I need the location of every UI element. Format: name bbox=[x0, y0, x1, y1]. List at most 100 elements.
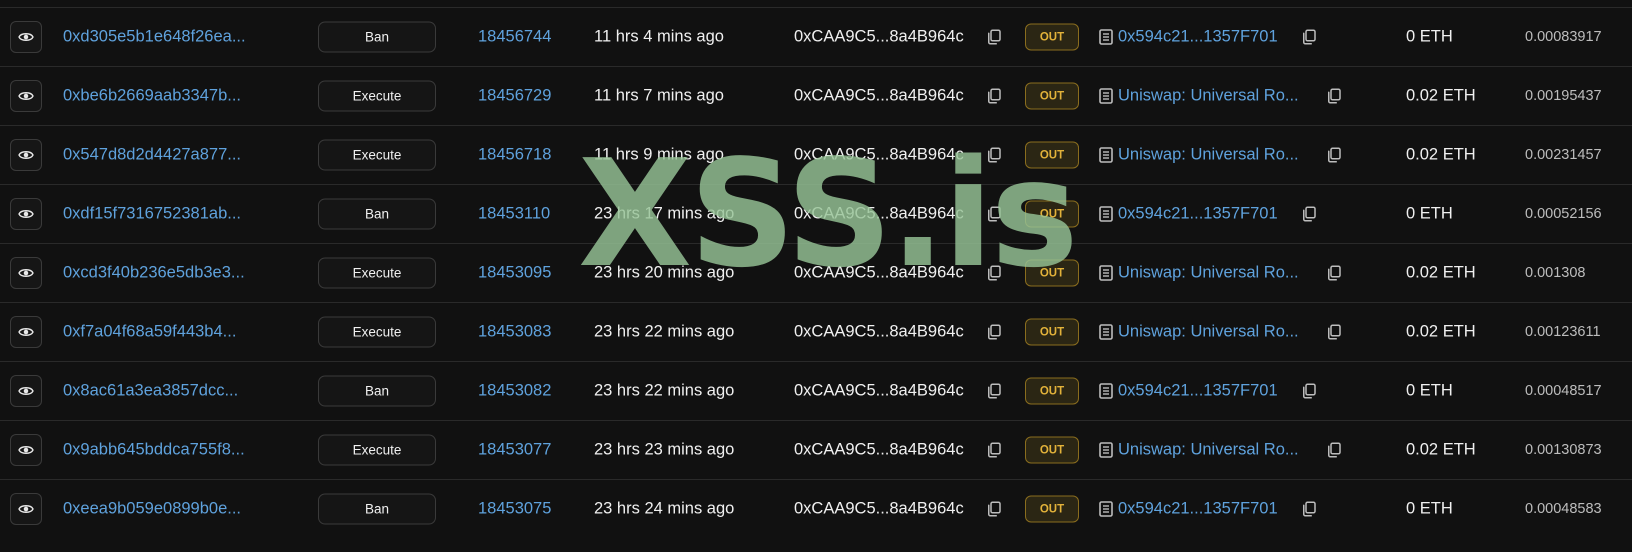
block-number-link[interactable]: 18453082 bbox=[478, 382, 551, 401]
block-number-link[interactable]: 18456718 bbox=[478, 146, 551, 165]
view-details-button[interactable] bbox=[10, 21, 42, 53]
transaction-age: 23 hrs 23 mins ago bbox=[594, 440, 735, 459]
table-row: 0xdf15f7316752381ab... Ban 18453110 23 h… bbox=[0, 184, 1632, 243]
to-address-link[interactable]: 0x594c21...1357F701 bbox=[1118, 500, 1278, 519]
copy-from-address-icon[interactable] bbox=[985, 146, 1003, 164]
transaction-hash-link[interactable]: 0xdf15f7316752381ab... bbox=[63, 205, 241, 224]
contract-document-icon bbox=[1099, 206, 1113, 222]
transaction-value: 0.02 ETH bbox=[1406, 440, 1476, 459]
transactions-page: 0xd305e5b1e648f26ea... Ban 18456744 11 h… bbox=[0, 0, 1632, 552]
transaction-fee: 0.001308 bbox=[1525, 265, 1586, 281]
block-number-link[interactable]: 18453083 bbox=[478, 323, 551, 342]
from-address: 0xCAA9C5...8a4B964c bbox=[794, 322, 964, 341]
block-number-link[interactable]: 18453095 bbox=[478, 264, 551, 283]
copy-to-address-icon[interactable] bbox=[1325, 146, 1343, 164]
copy-to-address-icon[interactable] bbox=[1300, 500, 1318, 518]
transaction-hash-link[interactable]: 0xcd3f40b236e5db3e3... bbox=[63, 264, 245, 283]
to-address-link[interactable]: Uniswap: Universal Ro... bbox=[1118, 441, 1299, 460]
copy-to-address-icon[interactable] bbox=[1300, 28, 1318, 46]
block-number-link[interactable]: 18453075 bbox=[478, 500, 551, 519]
table-row: 0xeea9b059e0899b0e... Ban 18453075 23 hr… bbox=[0, 479, 1632, 538]
to-address-link[interactable]: 0x594c21...1357F701 bbox=[1118, 382, 1278, 401]
view-details-button[interactable] bbox=[10, 80, 42, 112]
transaction-value: 0.02 ETH bbox=[1406, 86, 1476, 105]
transaction-value: 0 ETH bbox=[1406, 499, 1453, 518]
direction-out-badge: OUT bbox=[1025, 495, 1079, 523]
view-details-button[interactable] bbox=[10, 375, 42, 407]
eye-icon bbox=[18, 269, 34, 277]
method-badge: Execute bbox=[318, 257, 436, 289]
transaction-fee: 0.00052156 bbox=[1525, 206, 1602, 222]
copy-to-address-icon[interactable] bbox=[1325, 323, 1343, 341]
contract-document-icon bbox=[1099, 442, 1113, 458]
view-details-button[interactable] bbox=[10, 198, 42, 230]
transaction-age: 23 hrs 17 mins ago bbox=[594, 204, 735, 223]
transaction-hash-link[interactable]: 0xd305e5b1e648f26ea... bbox=[63, 28, 246, 47]
transaction-age: 11 hrs 7 mins ago bbox=[594, 86, 724, 105]
from-address: 0xCAA9C5...8a4B964c bbox=[794, 86, 964, 105]
transaction-value: 0.02 ETH bbox=[1406, 145, 1476, 164]
copy-from-address-icon[interactable] bbox=[985, 382, 1003, 400]
method-badge: Execute bbox=[318, 434, 436, 466]
transaction-value: 0 ETH bbox=[1406, 204, 1453, 223]
transaction-hash-link[interactable]: 0xbe6b2669aab3347b... bbox=[63, 87, 241, 106]
method-badge: Execute bbox=[318, 80, 436, 112]
eye-icon bbox=[18, 92, 34, 100]
block-number-link[interactable]: 18453110 bbox=[478, 205, 550, 224]
copy-from-address-icon[interactable] bbox=[985, 264, 1003, 282]
eye-icon bbox=[18, 210, 34, 218]
view-details-button[interactable] bbox=[10, 139, 42, 171]
to-address-link[interactable]: 0x594c21...1357F701 bbox=[1118, 205, 1278, 224]
copy-to-address-icon[interactable] bbox=[1325, 441, 1343, 459]
transaction-age: 23 hrs 20 mins ago bbox=[594, 263, 735, 282]
copy-from-address-icon[interactable] bbox=[985, 441, 1003, 459]
block-number-link[interactable]: 18456744 bbox=[478, 28, 551, 47]
block-number-link[interactable]: 18453077 bbox=[478, 441, 551, 460]
copy-to-address-icon[interactable] bbox=[1325, 264, 1343, 282]
to-address-link[interactable]: Uniswap: Universal Ro... bbox=[1118, 264, 1299, 283]
copy-from-address-icon[interactable] bbox=[985, 87, 1003, 105]
transaction-age: 11 hrs 4 mins ago bbox=[594, 27, 724, 46]
from-address: 0xCAA9C5...8a4B964c bbox=[794, 145, 964, 164]
eye-icon bbox=[18, 446, 34, 454]
table-row: 0xf7a04f68a59f443b4... Execute 18453083 … bbox=[0, 302, 1632, 361]
copy-to-address-icon[interactable] bbox=[1325, 87, 1343, 105]
contract-document-icon bbox=[1099, 501, 1113, 517]
transaction-value: 0.02 ETH bbox=[1406, 322, 1476, 341]
to-address-link[interactable]: 0x594c21...1357F701 bbox=[1118, 28, 1278, 47]
transaction-hash-link[interactable]: 0x8ac61a3ea3857dcc... bbox=[63, 382, 238, 401]
table-row: 0xd305e5b1e648f26ea... Ban 18456744 11 h… bbox=[0, 7, 1632, 66]
method-badge: Ban bbox=[318, 375, 436, 407]
from-address: 0xCAA9C5...8a4B964c bbox=[794, 27, 964, 46]
transaction-hash-link[interactable]: 0x547d8d2d4427a877... bbox=[63, 146, 241, 165]
to-address-link[interactable]: Uniswap: Universal Ro... bbox=[1118, 87, 1299, 106]
block-number-link[interactable]: 18456729 bbox=[478, 87, 551, 106]
direction-out-badge: OUT bbox=[1025, 141, 1079, 169]
copy-from-address-icon[interactable] bbox=[985, 28, 1003, 46]
view-details-button[interactable] bbox=[10, 493, 42, 525]
contract-document-icon bbox=[1099, 324, 1113, 340]
transaction-fee: 0.00130873 bbox=[1525, 442, 1602, 458]
from-address: 0xCAA9C5...8a4B964c bbox=[794, 381, 964, 400]
view-details-button[interactable] bbox=[10, 434, 42, 466]
eye-icon bbox=[18, 387, 34, 395]
transaction-age: 11 hrs 9 mins ago bbox=[594, 145, 724, 164]
transaction-fee: 0.00048517 bbox=[1525, 383, 1602, 399]
from-address: 0xCAA9C5...8a4B964c bbox=[794, 204, 964, 223]
copy-from-address-icon[interactable] bbox=[985, 500, 1003, 518]
view-details-button[interactable] bbox=[10, 316, 42, 348]
copy-to-address-icon[interactable] bbox=[1300, 205, 1318, 223]
copy-to-address-icon[interactable] bbox=[1300, 382, 1318, 400]
copy-from-address-icon[interactable] bbox=[985, 205, 1003, 223]
to-address-link[interactable]: Uniswap: Universal Ro... bbox=[1118, 323, 1299, 342]
transaction-hash-link[interactable]: 0xeea9b059e0899b0e... bbox=[63, 500, 241, 519]
transaction-fee: 0.00231457 bbox=[1525, 147, 1602, 163]
transaction-age: 23 hrs 22 mins ago bbox=[594, 322, 735, 341]
transaction-value: 0 ETH bbox=[1406, 27, 1453, 46]
transaction-hash-link[interactable]: 0x9abb645bddca755f8... bbox=[63, 441, 245, 460]
copy-from-address-icon[interactable] bbox=[985, 323, 1003, 341]
view-details-button[interactable] bbox=[10, 257, 42, 289]
to-address-link[interactable]: Uniswap: Universal Ro... bbox=[1118, 146, 1299, 165]
eye-icon bbox=[18, 328, 34, 336]
transaction-hash-link[interactable]: 0xf7a04f68a59f443b4... bbox=[63, 323, 236, 342]
